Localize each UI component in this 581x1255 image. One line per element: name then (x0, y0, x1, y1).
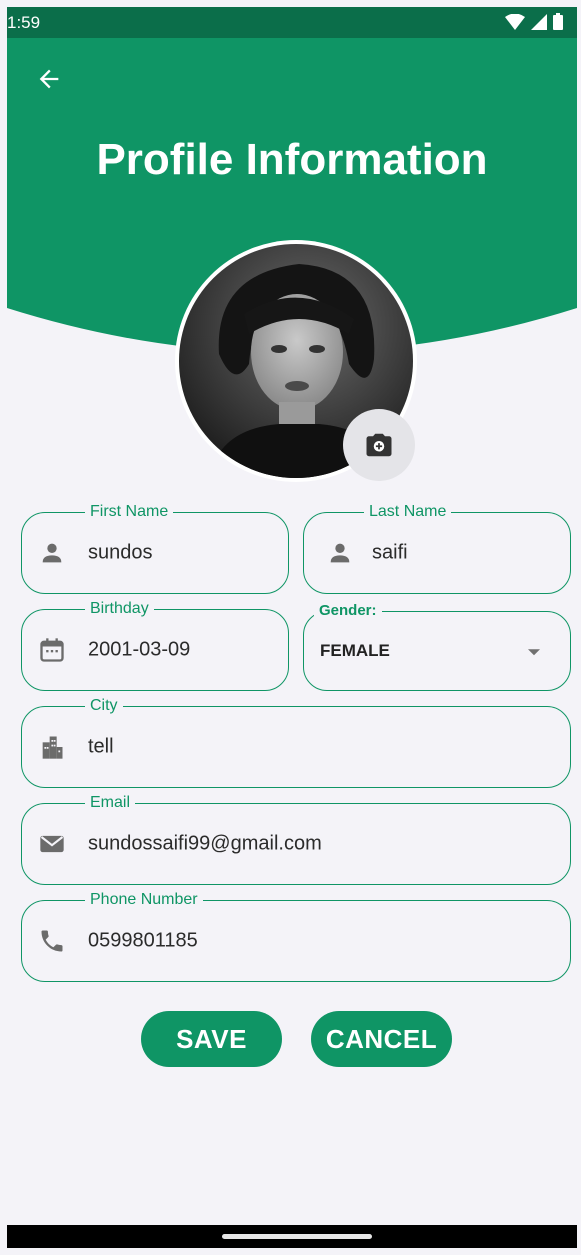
status-icons (505, 13, 563, 30)
first-name-label: First Name (85, 503, 174, 521)
first-name-field[interactable]: First Name sundos (21, 503, 289, 594)
birthday-label: Birthday (85, 600, 154, 618)
city-value: tell (88, 735, 114, 758)
status-time: 1:59 (7, 13, 41, 32)
chevron-down-icon (528, 649, 540, 656)
city-label: City (85, 697, 123, 715)
phone-field[interactable]: Phone Number 0599801185 (21, 891, 571, 982)
camera-icon (366, 433, 392, 457)
last-name-field[interactable]: Last Name saifi (303, 503, 571, 594)
cancel-button[interactable]: CANCEL (311, 1011, 452, 1067)
gender-dropdown[interactable]: Gender: FEMALE (303, 602, 571, 691)
email-label: Email (85, 794, 136, 812)
change-photo-button[interactable] (343, 409, 415, 481)
gender-value: FEMALE (320, 641, 390, 660)
back-arrow-icon[interactable] (35, 65, 63, 93)
email-icon (40, 835, 64, 853)
wifi-icon (505, 13, 525, 30)
first-name-value: sundos (88, 541, 153, 564)
email-value: sundossaifi99@gmail.com (88, 832, 322, 855)
status-bar: 1:59 (7, 7, 577, 38)
birthday-value: 2001-03-09 (88, 638, 191, 661)
calendar-icon (40, 638, 64, 662)
signal-icon (531, 13, 547, 30)
phone-label: Phone Number (85, 891, 203, 909)
gender-label: Gender: (314, 602, 382, 620)
person-icon (330, 543, 350, 563)
last-name-value: saifi (372, 541, 408, 564)
save-button[interactable]: SAVE (141, 1011, 282, 1067)
app-frame: 1:59 Profile Information First Name sund… (7, 7, 577, 1248)
city-icon (42, 736, 63, 759)
email-field[interactable]: Email sundossaifi99@gmail.com (21, 794, 571, 885)
city-field[interactable]: City tell (21, 697, 571, 788)
last-name-label: Last Name (364, 503, 452, 521)
page-title: Profile Information (96, 135, 488, 184)
person-icon (42, 543, 62, 563)
birthday-field[interactable]: Birthday 2001-03-09 (21, 600, 289, 691)
phone-value: 0599801185 (88, 929, 198, 952)
navigation-bar (7, 1225, 577, 1248)
battery-icon (553, 13, 563, 30)
home-gesture-handle[interactable] (222, 1234, 372, 1239)
phone-icon (41, 930, 63, 952)
